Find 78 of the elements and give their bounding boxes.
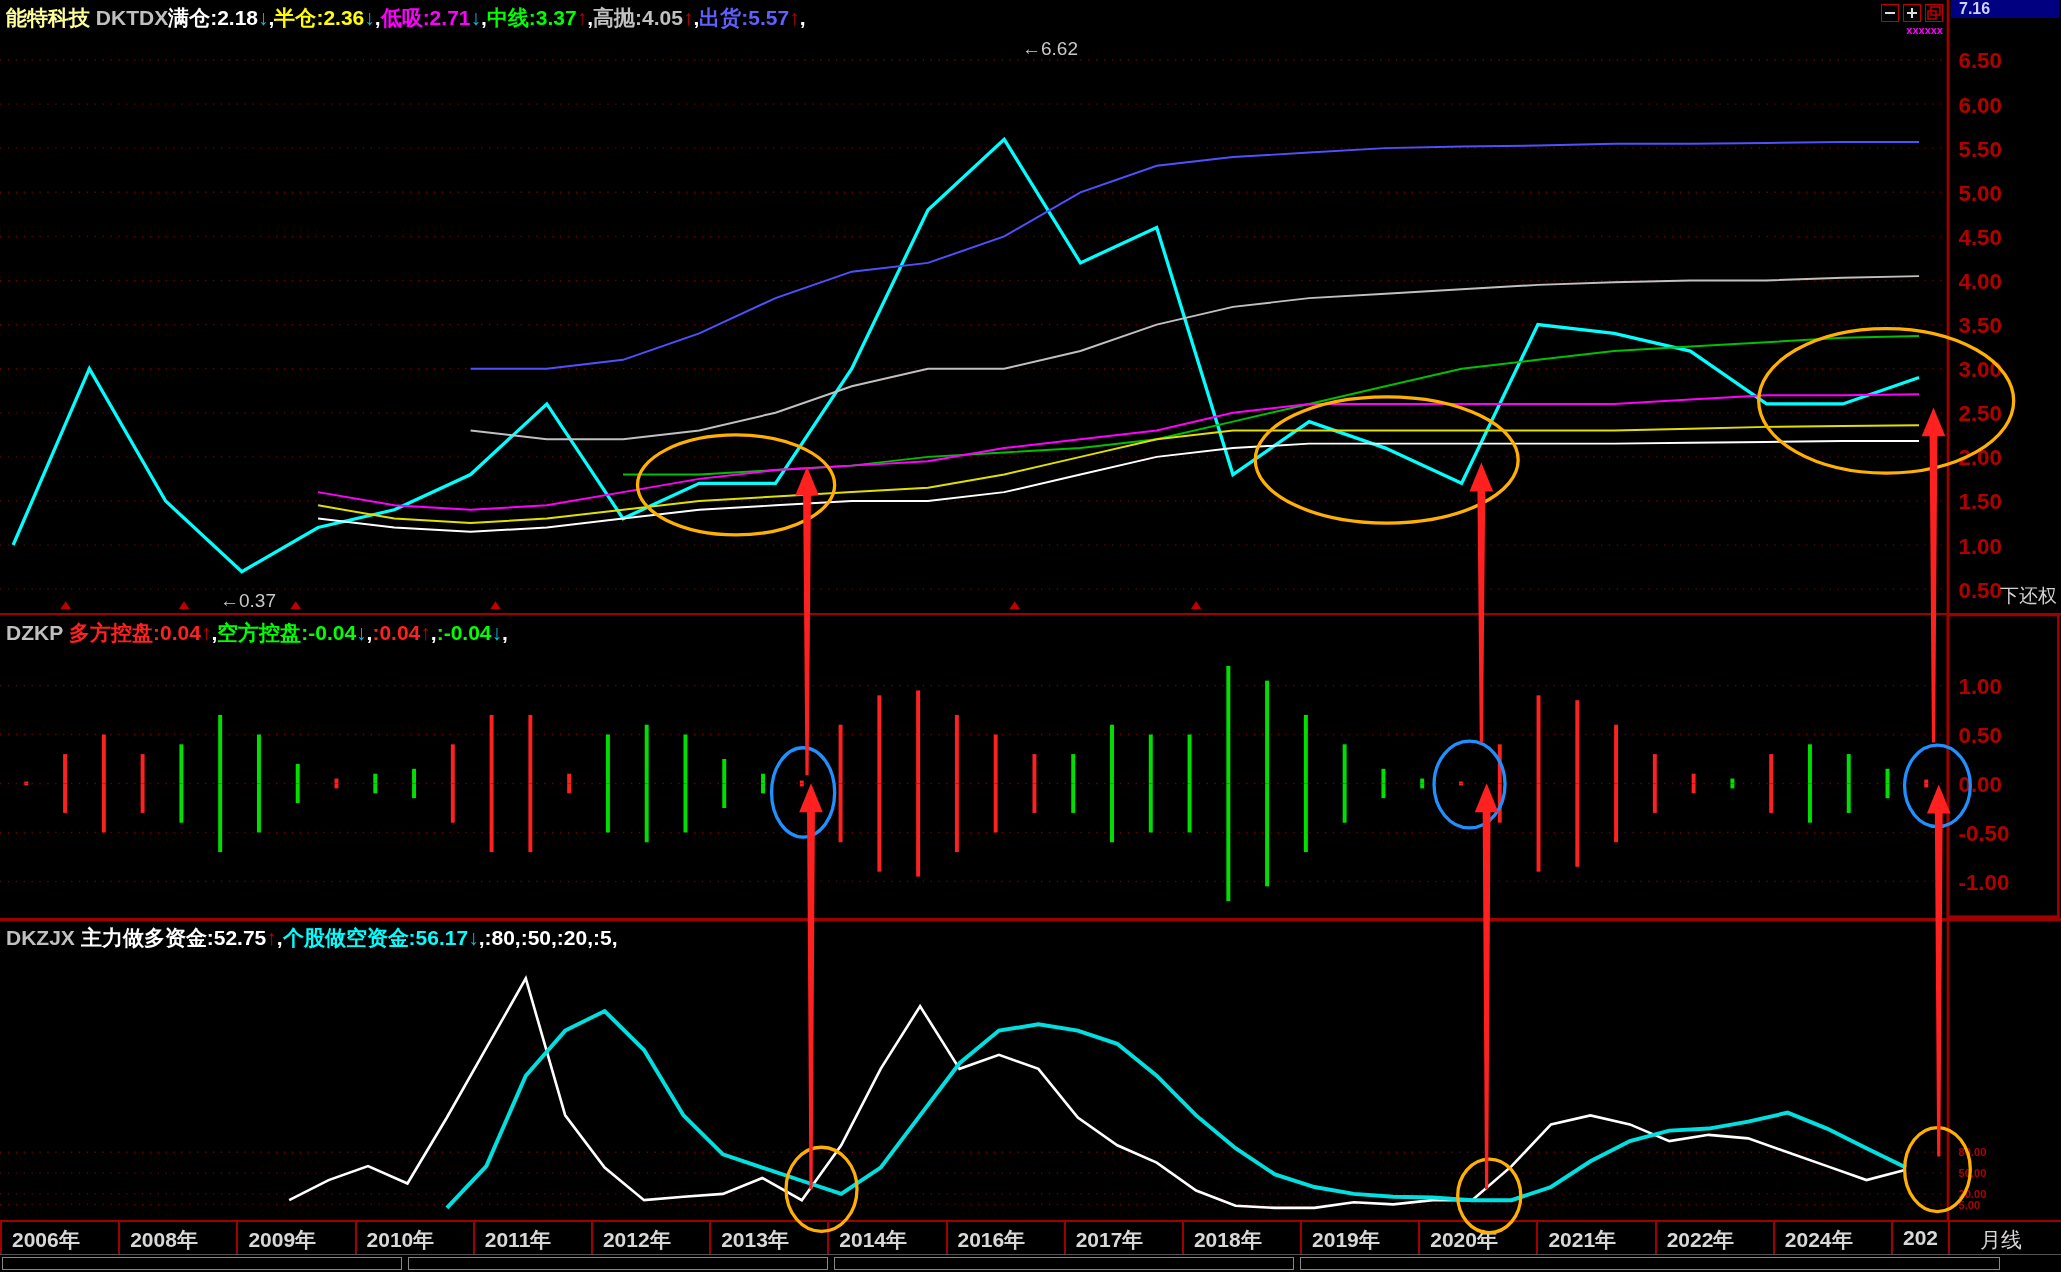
indicator-value: :80,:50,:20,:5,: [484, 926, 618, 950]
indicator-value: 空方控盘:-0.04: [217, 620, 357, 646]
year-label: 2009年: [236, 1222, 355, 1254]
axis-label: 2.50: [1958, 401, 2002, 427]
indicator-value: 半仓:2.36: [274, 5, 365, 31]
down-arrow: ↓: [491, 621, 502, 645]
price-tag: 7.16: [1951, 0, 2059, 18]
year-label: 2019年: [1300, 1222, 1419, 1254]
indicator-value: 出货:5.57: [699, 5, 790, 31]
up-arrow: ↑: [682, 6, 694, 30]
stock-name: 能特科技: [6, 5, 90, 31]
axis-label: 3.50: [1958, 313, 2002, 339]
high-price-label: ←6.62: [1022, 38, 1078, 60]
axis-label: 5.00: [1958, 1198, 1981, 1211]
indicator-value: 高抛:4.05: [593, 5, 683, 31]
axis-label: 1.00: [1958, 533, 2002, 559]
year-label: 2021年: [1536, 1222, 1655, 1254]
year-label: 2012年: [590, 1222, 710, 1254]
indicator-value: 低吸:2.71: [380, 5, 471, 31]
separator: ,: [374, 6, 381, 30]
up-arrow: ↑: [789, 6, 800, 30]
axis-label: 5.00: [1958, 180, 2002, 206]
down-arrow: ↓: [470, 6, 481, 30]
axis-label: 1.00: [1958, 674, 2002, 699]
axis-label: 1.50: [1958, 489, 2002, 515]
indicator-value: 个股做空资金:56.17: [282, 925, 469, 951]
separator: ,: [268, 6, 275, 30]
separator: ,: [587, 6, 594, 30]
year-label: 2024年: [1772, 1222, 1891, 1254]
year-label: 2006年: [0, 1222, 119, 1254]
separator: ,: [366, 621, 373, 645]
year-label: 202: [1891, 1222, 1948, 1254]
up-arrow: ↑: [200, 621, 212, 645]
year-label: 2008年: [118, 1222, 237, 1254]
marker-text: xxxxxx: [1906, 24, 1943, 36]
up-arrow: ↑: [576, 6, 588, 30]
year-label: 2011年: [472, 1222, 591, 1254]
indicator-value: 满仓:2.18: [168, 5, 259, 31]
down-arrow: ↓: [468, 926, 479, 950]
down-arrow: ↓: [258, 6, 269, 30]
indicator-name: DKZJX: [6, 926, 75, 950]
indicator-value: :0.04: [372, 621, 421, 645]
axis-label: -0.50: [1958, 821, 2010, 846]
year-label: 2010年: [354, 1222, 473, 1254]
indicator-value: 中线:3.37: [486, 5, 577, 31]
axis-label: 0.50: [1958, 723, 2002, 748]
up-arrow: ↑: [266, 926, 277, 950]
year-label: 2016年: [945, 1222, 1064, 1254]
separator: ,: [693, 6, 700, 30]
separator: ,: [799, 6, 806, 30]
separator: ,: [430, 621, 437, 645]
down-arrow: ↓: [356, 621, 367, 645]
separator: ,: [211, 621, 218, 645]
indicator-name: DKTDX: [95, 6, 169, 30]
axis-label: -1.00: [1958, 869, 2010, 895]
adjust-label: 下还权: [2000, 585, 2057, 608]
down-arrow: ↓: [364, 6, 375, 30]
axis-label: 6.00: [1958, 92, 2002, 118]
indicator-value: 多方控盘:0.04: [69, 620, 201, 646]
separator: ,: [481, 6, 487, 30]
axis-label: 4.00: [1958, 269, 2002, 294]
axis-label: 0.50: [1958, 577, 2002, 603]
indicator-value: 主力做多资金:52.75: [80, 925, 267, 951]
year-label: 2013年: [709, 1222, 828, 1254]
separator: ,: [478, 926, 485, 950]
axis-label: 5.50: [1958, 136, 2002, 162]
axis-label: 6.50: [1958, 48, 2002, 74]
year-label: 2017年: [1063, 1222, 1182, 1254]
up-arrow: ↑: [420, 621, 431, 645]
low-price-label: ←0.37: [220, 590, 276, 612]
year-label: 2018年: [1181, 1222, 1301, 1254]
year-label: 2014年: [827, 1222, 946, 1254]
separator: ,: [276, 926, 283, 950]
axis-label: 4.50: [1958, 224, 2002, 250]
indicator-value: :-0.04: [436, 621, 492, 645]
year-label: 2022年: [1654, 1222, 1773, 1254]
indicator-name: DZKP: [6, 621, 64, 645]
separator: ,: [502, 621, 508, 645]
